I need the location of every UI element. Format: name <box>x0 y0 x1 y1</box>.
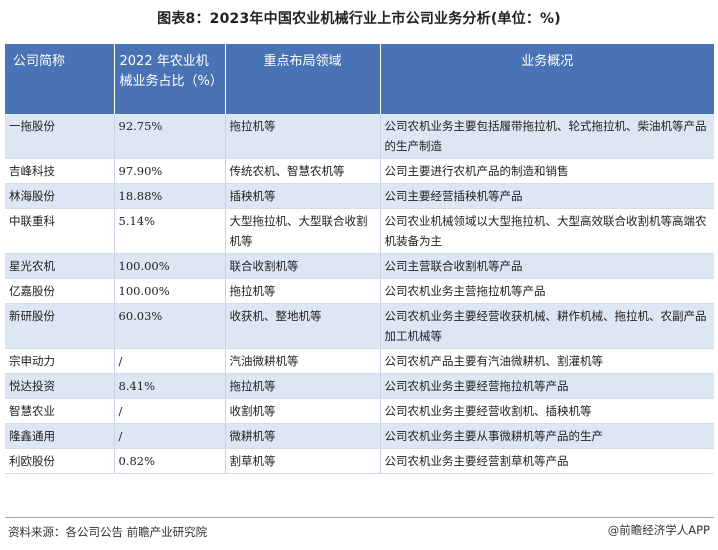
share-cell: 5.14% <box>114 208 226 254</box>
field-cell: 拖拉机等 <box>225 114 381 159</box>
company-name-cell: 吉峰科技 <box>5 158 115 184</box>
table-row: 新研股份 60.03% 收获机、整地机等 公司农机业务主要经营收获机械、耕作机械、拖拉… <box>5 303 714 349</box>
overview-cell: 公司农机业务主要经营收获机械、耕作机械、拖拉机、农副产品加工机械等 <box>380 303 714 349</box>
chart-title: 图表8：2023年中国农业机械行业上市公司业务分析(单位：%) <box>157 11 561 27</box>
company-name-cell: 宗申动力 <box>5 348 115 374</box>
footer-divider <box>5 517 714 518</box>
field-cell: 传统农机、智慧农机等 <box>225 158 381 184</box>
company-name-cell: 利欧股份 <box>5 448 115 474</box>
table-row: 一拖股份 92.75% 拖拉机等 公司农机业务主要包括履带拖拉机、轮式拖拉机、柴油机等… <box>5 114 714 159</box>
overview-cell: 公司主营联合收割机等产品 <box>380 253 714 279</box>
table-row: 宗申动力 / 汽油微耕机等 公司农机产品主要有汽油微耕机、割灌机等 <box>5 348 714 374</box>
company-name-cell: 林海股份 <box>5 183 115 209</box>
overview-cell: 公司主要经营插秧机等产品 <box>380 183 714 209</box>
share-cell: 97.90% <box>114 158 226 184</box>
field-cell: 联合收割机等 <box>225 253 381 279</box>
overview-cell: 公司农机业务主要经营割草机等产品 <box>380 448 714 474</box>
table-body: 一拖股份 92.75% 拖拉机等 公司农机业务主要包括履带拖拉机、轮式拖拉机、柴油机等… <box>5 114 714 474</box>
company-name-cell: 中联重科 <box>5 208 115 254</box>
table-row: 悦达投资 8.41% 拖拉机等 公司农机业务主要经营拖拉机等产品 <box>5 373 714 399</box>
field-cell: 微耕机等 <box>225 423 381 449</box>
company-table: 公司简称 2022 年农业机械业务占比（%） 重点布局领域 业务概况 一拖股份 9… <box>5 44 714 474</box>
overview-cell: 公司农机业务主要包括履带拖拉机、轮式拖拉机、柴油机等产品的生产制造 <box>380 114 714 159</box>
company-name-cell: 亿嘉股份 <box>5 278 115 304</box>
share-cell: 100.00% <box>114 278 226 304</box>
field-cell: 插秧机等 <box>225 183 381 209</box>
table-row: 隆鑫通用 / 微耕机等 公司农机业务主要从事微耕机等产品的生产 <box>5 423 714 449</box>
table-row: 亿嘉股份 100.00% 拖拉机等 公司农机业务主营拖拉机等产品 <box>5 278 714 304</box>
brand-text: @前瞻经济学人APP <box>607 523 710 537</box>
header-company: 公司简称 <box>5 44 115 114</box>
field-cell: 拖拉机等 <box>225 278 381 304</box>
share-cell: 92.75% <box>114 114 226 159</box>
share-cell: / <box>114 423 226 449</box>
table-row: 林海股份 18.88% 插秧机等 公司主要经营插秧机等产品 <box>5 183 714 209</box>
company-name-cell: 智慧农业 <box>5 398 115 424</box>
table-row: 利欧股份 0.82% 割草机等 公司农机业务主要经营割草机等产品 <box>5 448 714 474</box>
share-cell: 0.82% <box>114 448 226 474</box>
overview-cell: 公司农机产品主要有汽油微耕机、割灌机等 <box>380 348 714 374</box>
field-cell: 拖拉机等 <box>225 373 381 399</box>
company-name-cell: 新研股份 <box>5 303 115 349</box>
overview-cell: 公司农业机械领域以大型拖拉机、大型高效联合收割机等高端农机装备为主 <box>380 208 714 254</box>
table-row: 智慧农业 / 收割机等 公司农机业务主要经营收割机、插秧机等 <box>5 398 714 424</box>
company-name-cell: 星光农机 <box>5 253 115 279</box>
header-overview: 业务概况 <box>380 44 714 114</box>
header-share: 2022 年农业机械业务占比（%） <box>114 44 226 114</box>
overview-cell: 公司农机业务主要经营拖拉机等产品 <box>380 373 714 399</box>
overview-cell: 公司主要进行农机产品的制造和销售 <box>380 158 714 184</box>
field-cell: 收割机等 <box>225 398 381 424</box>
brand-label: @前瞻经济学人APP <box>608 522 710 538</box>
share-cell: 18.88% <box>114 183 226 209</box>
field-cell: 汽油微耕机等 <box>225 348 381 374</box>
table-header-row: 公司简称 2022 年农业机械业务占比（%） 重点布局领域 业务概况 <box>5 44 714 114</box>
company-name-cell: 悦达投资 <box>5 373 115 399</box>
table-row: 中联重科 5.14% 大型拖拉机、大型联合收割机等 公司农业机械领域以大型拖拉机、大型… <box>5 208 714 254</box>
overview-cell: 公司农机业务主营拖拉机等产品 <box>380 278 714 304</box>
share-cell: 60.03% <box>114 303 226 349</box>
table-row: 星光农机 100.00% 联合收割机等 公司主营联合收割机等产品 <box>5 253 714 279</box>
company-name-cell: 一拖股份 <box>5 114 115 159</box>
share-cell: / <box>114 348 226 374</box>
share-cell: 100.00% <box>114 253 226 279</box>
source-note: 资料来源：各公司公告 前瞻产业研究院 <box>8 525 208 539</box>
field-cell: 割草机等 <box>225 448 381 474</box>
overview-cell: 公司农机业务主要经营收割机、插秧机等 <box>380 398 714 424</box>
overview-cell: 公司农机业务主要从事微耕机等产品的生产 <box>380 423 714 449</box>
company-name-cell: 隆鑫通用 <box>5 423 115 449</box>
table-row: 吉峰科技 97.90% 传统农机、智慧农机等 公司主要进行农机产品的制造和销售 <box>5 158 714 184</box>
share-cell: / <box>114 398 226 424</box>
field-cell: 大型拖拉机、大型联合收割机等 <box>225 208 381 254</box>
header-field: 重点布局领域 <box>225 44 381 114</box>
share-cell: 8.41% <box>114 373 226 399</box>
field-cell: 收获机、整地机等 <box>225 303 381 349</box>
